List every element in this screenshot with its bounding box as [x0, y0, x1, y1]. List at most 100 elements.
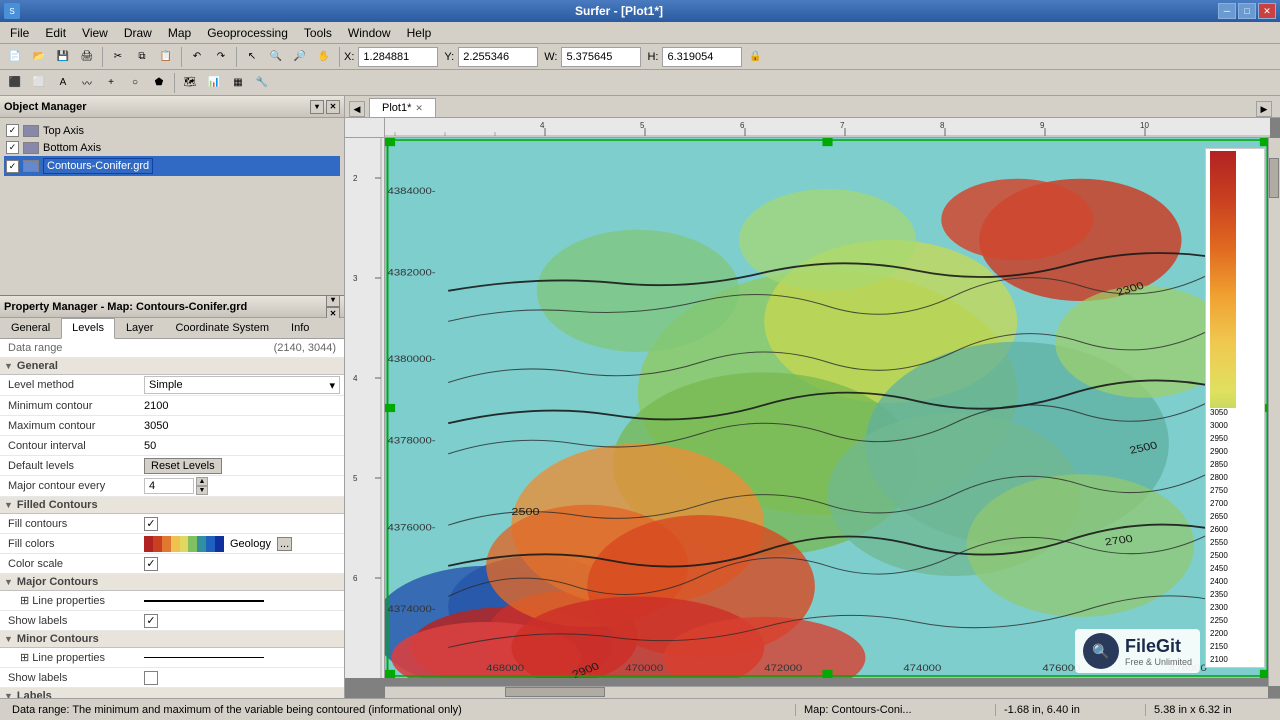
tab-close-button[interactable]: ✕ — [415, 103, 423, 114]
min-contour-value: 2100 — [140, 399, 344, 413]
major-show-labels-checkbox[interactable]: ✓ — [144, 614, 158, 628]
tree-item-top-axis[interactable]: ✓ Top Axis — [4, 122, 340, 139]
spin-up-button[interactable]: ▲ — [196, 477, 208, 486]
svg-text:4: 4 — [353, 374, 358, 383]
menu-edit[interactable]: Edit — [37, 24, 74, 42]
color-scale-checkbox[interactable]: ✓ — [144, 557, 158, 571]
minimize-button[interactable]: ─ — [1218, 3, 1236, 19]
y-coord[interactable]: 2.255346 — [458, 47, 538, 67]
draw-btn-4[interactable]: 〰 — [76, 72, 98, 94]
close-button[interactable]: ✕ — [1258, 3, 1276, 19]
labels-section-header[interactable]: ▼ Labels — [0, 688, 344, 698]
reset-levels-button[interactable]: Reset Levels — [144, 458, 222, 474]
svg-text:4382000-: 4382000- — [388, 268, 436, 278]
minor-contours-section-header[interactable]: ▼ Minor Contours — [0, 631, 344, 648]
new-button[interactable]: 📄 — [4, 46, 26, 68]
panel-close-button[interactable]: ✕ — [326, 100, 340, 114]
filegit-sub: Free & Unlimited — [1125, 657, 1192, 667]
menu-help[interactable]: Help — [399, 24, 440, 42]
filegit-watermark: 🔍 FileGit Free & Unlimited — [1075, 629, 1200, 673]
menu-draw[interactable]: Draw — [116, 24, 160, 42]
legend-2900: 2900 — [1210, 447, 1262, 457]
separator-1 — [102, 47, 103, 67]
tab-general[interactable]: General — [0, 318, 61, 338]
h-coord[interactable]: 6.319054 — [662, 47, 742, 67]
draw-btn-6[interactable]: ○ — [124, 72, 146, 94]
menu-file[interactable]: File — [2, 24, 37, 42]
scroll-thumb-h[interactable] — [505, 687, 605, 697]
zoom-in-button[interactable]: 🔍 — [265, 46, 287, 68]
menu-geoprocessing[interactable]: Geoprocessing — [199, 24, 296, 42]
draw-btn-2[interactable]: ⬜ — [28, 72, 50, 94]
checkbox-top-axis[interactable]: ✓ — [6, 124, 19, 137]
fill-colors-button[interactable]: ... — [277, 537, 292, 551]
zoom-out-button[interactable]: 🔎 — [289, 46, 311, 68]
menu-window[interactable]: Window — [340, 24, 399, 42]
select-button[interactable]: ↖ — [241, 46, 263, 68]
fill-contours-checkbox[interactable]: ✓ — [144, 517, 158, 531]
scrollbar-horizontal[interactable] — [385, 686, 1268, 698]
scroll-thumb-v[interactable] — [1269, 158, 1279, 198]
pm-menu-button[interactable]: ▾ — [326, 296, 340, 307]
map-tab-plot1[interactable]: Plot1* ✕ — [369, 98, 436, 117]
cut-button[interactable]: ✂ — [107, 46, 129, 68]
paste-button[interactable]: 📋 — [155, 46, 177, 68]
map-btn-3[interactable]: ▦ — [227, 72, 249, 94]
fill-colors-label: Fill colors — [0, 536, 140, 552]
save-button[interactable]: 💾 — [52, 46, 74, 68]
legend-2550: 2550 — [1210, 538, 1262, 548]
map-btn-1[interactable]: 🗺 — [179, 72, 201, 94]
tree-item-contours[interactable]: ✓ Contours-Conifer.grd — [4, 156, 340, 176]
tab-levels[interactable]: Levels — [61, 318, 115, 339]
color-scale-value: ✓ — [140, 556, 344, 572]
major-line-props-label: ⊞ Line properties — [0, 592, 140, 609]
contour-icon — [23, 160, 39, 172]
tab-nav-left[interactable]: ◀ — [349, 101, 365, 117]
contour-interval-text: 50 — [144, 440, 156, 452]
print-button[interactable]: 🖨 — [76, 46, 98, 68]
ruler-horizontal: 4 5 6 7 8 9 10 — [385, 118, 1270, 138]
menu-tools[interactable]: Tools — [296, 24, 340, 42]
major-contour-input[interactable] — [144, 478, 194, 494]
checkbox-contours[interactable]: ✓ — [6, 160, 19, 173]
w-coord[interactable]: 5.375645 — [561, 47, 641, 67]
panel-menu-button[interactable]: ▾ — [310, 100, 324, 114]
checkbox-bottom-axis[interactable]: ✓ — [6, 141, 19, 154]
min-contour-text: 2100 — [144, 400, 168, 412]
tab-nav-right[interactable]: ▶ — [1256, 101, 1272, 117]
tab-layer[interactable]: Layer — [115, 318, 165, 338]
color-scale-label: Color scale — [0, 556, 140, 572]
map-btn-2[interactable]: 📊 — [203, 72, 225, 94]
undo-button[interactable]: ↶ — [186, 46, 208, 68]
tab-coordinate-system[interactable]: Coordinate System — [164, 318, 280, 338]
filegit-text-block: FileGit Free & Unlimited — [1125, 636, 1192, 667]
open-button[interactable]: 📂 — [28, 46, 50, 68]
tab-info[interactable]: Info — [280, 318, 320, 338]
filled-contours-section-header[interactable]: ▼ Filled Contours — [0, 497, 344, 514]
minor-show-labels-checkbox[interactable] — [144, 671, 158, 685]
map-btn-4[interactable]: 🔧 — [251, 72, 273, 94]
draw-btn-7[interactable]: ⬟ — [148, 72, 170, 94]
redo-button[interactable]: ↷ — [210, 46, 232, 68]
map-canvas[interactable]: 4 5 6 7 8 9 10 — [345, 118, 1280, 698]
tree-item-bottom-axis[interactable]: ✓ Bottom Axis — [4, 139, 340, 156]
labels-expand-icon: ▼ — [4, 691, 13, 698]
scrollbar-vertical[interactable] — [1268, 138, 1280, 686]
spin-down-button[interactable]: ▼ — [196, 486, 208, 495]
major-contours-section-header[interactable]: ▼ Major Contours — [0, 574, 344, 591]
major-contours-expand-icon: ▼ — [4, 577, 13, 587]
x-coord[interactable]: 1.284881 — [358, 47, 438, 67]
draw-btn-1[interactable]: ⬛ — [4, 72, 26, 94]
svg-text:470000: 470000 — [625, 664, 663, 674]
lock-button[interactable]: 🔒 — [744, 46, 766, 68]
general-section-header[interactable]: ▼ General — [0, 358, 344, 375]
draw-btn-3[interactable]: A — [52, 72, 74, 94]
menu-map[interactable]: Map — [160, 24, 199, 42]
level-method-dropdown[interactable]: Simple ▾ — [144, 376, 340, 394]
maximize-button[interactable]: □ — [1238, 3, 1256, 19]
filled-contours-expand-icon: ▼ — [4, 500, 13, 510]
pan-button[interactable]: ✋ — [313, 46, 335, 68]
menu-view[interactable]: View — [74, 24, 116, 42]
copy-button[interactable]: ⧉ — [131, 46, 153, 68]
draw-btn-5[interactable]: + — [100, 72, 122, 94]
